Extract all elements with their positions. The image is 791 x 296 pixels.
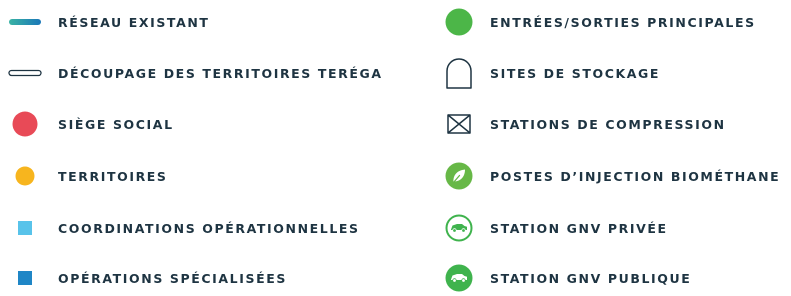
legend-label: STATION GNV PUBLIQUE (490, 270, 692, 286)
legend-label: STATION GNV PRIVÉE (490, 220, 668, 236)
green-circle-icon (440, 4, 478, 40)
legend-label: POSTES D’INJECTION BIOMÉTHANE (490, 168, 781, 184)
yellow-circle-icon (6, 158, 44, 194)
outlined-line-icon (6, 55, 44, 91)
compression-icon (440, 106, 478, 142)
legend-item-siege-social: SIÈGE SOCIAL (6, 106, 174, 142)
gradient-line-icon (6, 4, 44, 40)
legend-label: STATIONS DE COMPRESSION (490, 116, 726, 132)
legend-item-sites-stockage: SITES DE STOCKAGE (440, 55, 660, 91)
legend-label: COORDINATIONS OPÉRATIONNELLES (58, 220, 360, 236)
storage-arch-icon (440, 55, 478, 91)
legend-item-decoupage-territoires: DÉCOUPAGE DES TERRITOIRES TERÉGA (6, 55, 383, 91)
legend-item-coordinations-operationnelles: COORDINATIONS OPÉRATIONNELLES (6, 210, 360, 246)
leaf-icon (440, 158, 478, 194)
red-circle-icon (6, 106, 44, 142)
legend: RÉSEAU EXISTANT DÉCOUPAGE DES TERRITOIRE… (0, 0, 791, 292)
legend-label: TERRITOIRES (58, 168, 168, 184)
legend-item-reseau-existant: RÉSEAU EXISTANT (6, 4, 210, 40)
legend-label: DÉCOUPAGE DES TERRITOIRES TERÉGA (58, 65, 383, 81)
legend-item-postes-injection-biomethane: POSTES D’INJECTION BIOMÉTHANE (440, 158, 780, 194)
legend-item-station-gnv-privee: STATION GNV PRIVÉE (440, 210, 668, 246)
legend-label: SITES DE STOCKAGE (490, 65, 661, 81)
legend-item-stations-compression: STATIONS DE COMPRESSION (440, 106, 726, 142)
legend-item-territoires: TERRITOIRES (6, 158, 168, 194)
legend-label: RÉSEAU EXISTANT (58, 14, 210, 30)
legend-label: SIÈGE SOCIAL (58, 116, 174, 132)
light-blue-square-icon (6, 210, 44, 246)
legend-label: OPÉRATIONS SPÉCIALISÉES (58, 270, 287, 286)
gnv-private-icon (440, 210, 478, 246)
legend-item-entrees-sorties: ENTRÉES/SORTIES PRINCIPALES (440, 4, 756, 40)
legend-label: ENTRÉES/SORTIES PRINCIPALES (490, 14, 756, 30)
